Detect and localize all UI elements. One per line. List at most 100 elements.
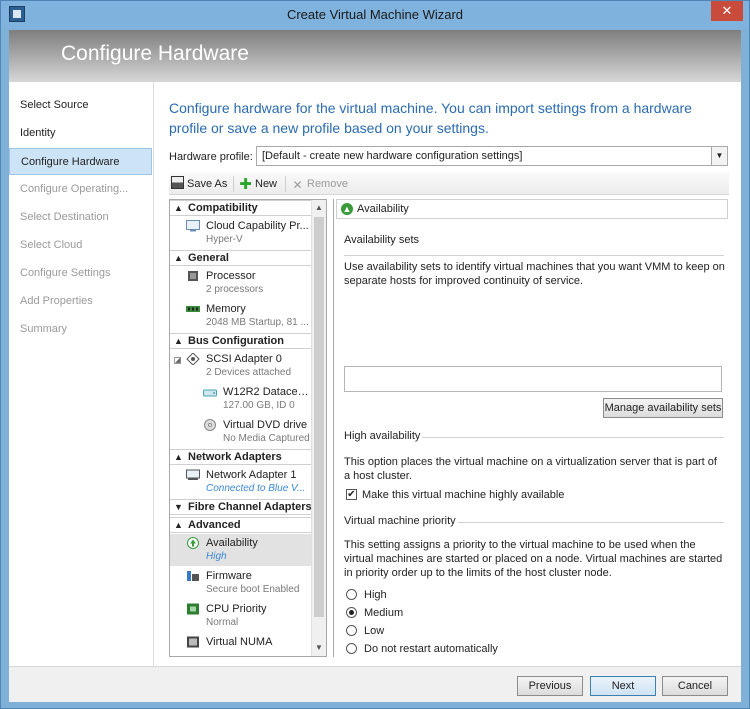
tree-item-network-adapter[interactable]: Network Adapter 1 Connected to Blue V... <box>170 466 312 498</box>
availability-sets-list[interactable] <box>344 366 722 392</box>
save-as-button[interactable]: Save As <box>171 176 227 192</box>
tree-item-label: CPU Priority <box>206 603 267 615</box>
step-select-source[interactable]: Select Source <box>9 92 152 119</box>
chevron-down-icon[interactable]: ▼ <box>711 147 727 165</box>
priority-do-not-restart-radio[interactable] <box>346 643 357 654</box>
section-divider <box>344 255 724 256</box>
category-advanced[interactable]: ▲ Advanced <box>170 517 312 533</box>
tree-item-virtual-numa[interactable]: Virtual NUMA <box>170 633 312 656</box>
vm-priority-title: Virtual machine priority <box>344 515 456 527</box>
hard-disk-icon <box>203 389 217 397</box>
tree-item-virtual-disk[interactable]: W12R2 Datacent... 127.00 GB, ID 0 <box>170 383 312 415</box>
save-as-label: Save As <box>187 178 228 190</box>
title-bar[interactable]: Create Virtual Machine Wizard ✕ <box>1 1 749 29</box>
tree-item-label: Virtual NUMA <box>206 636 273 648</box>
wizard-footer: Previous Next Cancel <box>9 666 741 702</box>
wizard-window: Create Virtual Machine Wizard ✕ Configur… <box>0 0 750 709</box>
main-panel: Configure hardware for the virtual machi… <box>155 82 741 666</box>
hardware-profile-label: Hardware profile: <box>169 151 253 163</box>
availability-sets-title: Availability sets <box>344 234 419 246</box>
category-general[interactable]: ▲ General <box>170 250 312 266</box>
step-select-destination: Select Destination <box>20 211 109 223</box>
category-fibre-channel-adapters[interactable]: ▼ Fibre Channel Adapters <box>170 499 312 515</box>
tree-item-availability[interactable]: Availability High <box>170 534 312 566</box>
intro-text: Configure hardware for the virtual machi… <box>169 100 692 136</box>
step-configure-operating-system: Configure Operating... <box>20 183 129 195</box>
tree-item-firmware[interactable]: Firmware Secure boot Enabled <box>170 567 312 599</box>
new-button[interactable]: ✚ New <box>239 176 277 192</box>
cpu-priority-icon <box>187 603 199 615</box>
high-availability-title: High availability <box>344 430 421 442</box>
tree-item-memory[interactable]: Memory 2048 MB Startup, 81 ... <box>170 300 312 332</box>
virtual-numa-icon <box>187 636 199 648</box>
memory-icon <box>186 306 200 312</box>
hardware-tree: ▲ Compatibility Cloud Capability Pr... Hy… <box>169 199 327 657</box>
tree-item-label: Virtual DVD drive <box>223 419 308 431</box>
remove-label: Remove <box>307 178 348 190</box>
new-label: New <box>255 178 278 190</box>
previous-button[interactable]: Previous <box>517 676 583 696</box>
category-network-adapters[interactable]: ▲ Network Adapters <box>170 449 312 465</box>
toolbar-separator <box>233 176 234 192</box>
tree-item-processor[interactable]: Processor 2 processors <box>170 267 312 299</box>
highly-available-label[interactable]: Make this virtual machine highly availab… <box>362 489 564 501</box>
priority-low-radio[interactable] <box>346 625 357 636</box>
hardware-profile-select[interactable]: [Default - create new hardware configura… <box>256 146 728 166</box>
priority-high-label[interactable]: High <box>364 589 387 601</box>
step-identity[interactable]: Identity <box>9 120 152 147</box>
collapse-toggle-icon[interactable]: ◢ <box>174 357 181 364</box>
availability-icon: ▲ <box>341 203 353 215</box>
scsi-adapter-icon <box>186 353 200 365</box>
wizard-banner: Configure Hardware <box>9 30 741 82</box>
step-configure-settings: Configure Settings <box>20 267 111 279</box>
tree-item-label: Cloud Capability Pr... <box>206 220 309 232</box>
tree-scrollbar[interactable]: ▲ ▼ <box>311 200 326 656</box>
priority-medium-radio[interactable] <box>346 607 357 618</box>
collapse-chevron-icon: ▲ <box>174 520 183 530</box>
scroll-up-icon[interactable]: ▲ <box>312 200 326 216</box>
tree-item-detail: Connected to Blue V... <box>206 483 306 494</box>
details-pane: ▲ Availability Availability sets Use ava… <box>333 199 729 657</box>
details-header-title: Availability <box>357 203 409 215</box>
tree-item-label: Availability <box>206 537 258 549</box>
cancel-button[interactable]: Cancel <box>662 676 728 696</box>
scroll-down-icon[interactable]: ▼ <box>312 640 326 656</box>
firmware-icon <box>187 571 199 581</box>
step-select-cloud: Select Cloud <box>20 239 83 251</box>
tree-item-cloud-capability[interactable]: Cloud Capability Pr... Hyper-V <box>170 217 312 249</box>
next-button[interactable]: Next <box>590 676 656 696</box>
availability-sets-text: Use availability sets to identify virtua… <box>344 261 725 287</box>
close-button[interactable]: ✕ <box>711 1 743 21</box>
tree-item-scsi-adapter[interactable]: ◢ SCSI Adapter 0 2 Devices attached <box>170 350 312 382</box>
plus-icon: ✚ <box>239 176 252 193</box>
step-configure-hardware[interactable]: Configure Hardware <box>9 148 152 175</box>
floppy-disk-icon <box>171 176 184 189</box>
hardware-profile-value: [Default - create new hardware configura… <box>262 150 523 162</box>
tree-item-label: W12R2 Datacent... <box>223 386 310 398</box>
tree-item-cpu-priority[interactable]: CPU Priority Normal <box>170 600 312 632</box>
category-compatibility[interactable]: ▲ Compatibility <box>170 200 312 216</box>
collapse-chevron-icon: ▲ <box>174 336 183 346</box>
priority-high-radio[interactable] <box>346 589 357 600</box>
collapse-chevron-icon: ▲ <box>174 203 183 213</box>
step-summary: Summary <box>20 323 68 335</box>
tree-item-virtual-dvd-drive[interactable]: Virtual DVD drive No Media Captured <box>170 416 312 448</box>
priority-do-not-restart-label[interactable]: Do not restart automatically <box>364 643 498 655</box>
details-header: ▲ Availability <box>336 199 728 219</box>
category-bus-configuration[interactable]: ▲ Bus Configuration <box>170 333 312 349</box>
tree-item-label: Firmware <box>206 570 252 582</box>
highly-available-checkbox[interactable]: ✔ <box>346 489 357 500</box>
section-divider <box>458 522 724 523</box>
cloud-capability-icon <box>186 220 200 232</box>
expand-chevron-icon: ▼ <box>174 502 183 512</box>
remove-button: ✕ Remove <box>291 176 348 192</box>
tree-item-detail: 2 processors <box>206 284 264 295</box>
tree-item-label: Memory <box>206 303 246 315</box>
scroll-thumb[interactable] <box>314 217 324 617</box>
priority-low-label[interactable]: Low <box>364 625 384 637</box>
manage-availability-sets-button[interactable]: Manage availability sets <box>603 398 723 418</box>
tree-item-detail: 127.00 GB, ID 0 <box>223 400 295 411</box>
tree-item-detail: Hyper-V <box>206 234 243 245</box>
priority-medium-label[interactable]: Medium <box>364 607 403 619</box>
section-divider <box>422 437 724 438</box>
